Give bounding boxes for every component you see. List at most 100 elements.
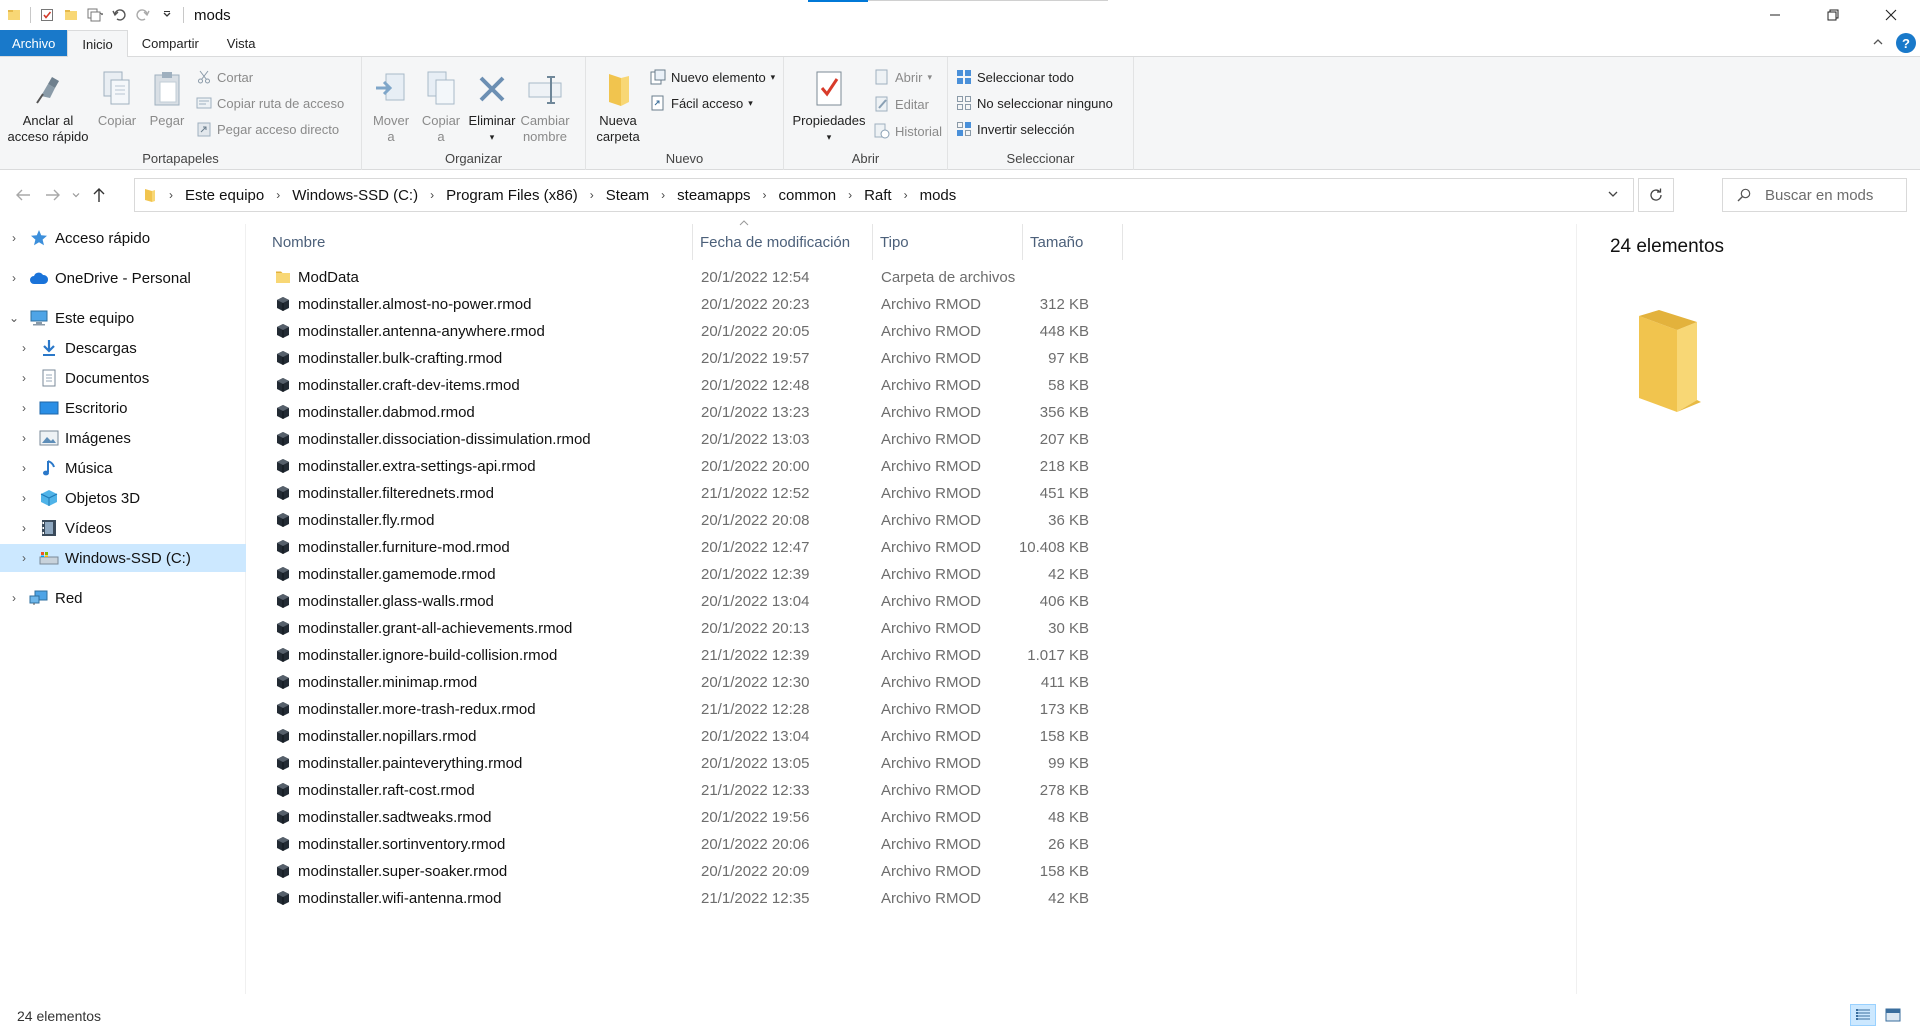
file-row[interactable]: modinstaller.more-trash-redux.rmod 21/1/2… bbox=[265, 696, 1125, 723]
select-all-button[interactable]: Seleccionar todo bbox=[956, 67, 1113, 87]
nav-item-this-pc[interactable]: ⌄ Este equipo bbox=[0, 304, 246, 332]
breadcrumb-chevron-icon[interactable]: › bbox=[848, 188, 852, 202]
nav-item-videos[interactable]: › Vídeos bbox=[0, 514, 246, 542]
history-button[interactable]: Historial bbox=[874, 121, 942, 141]
expand-chevron-icon[interactable]: › bbox=[7, 591, 21, 605]
refresh-button[interactable] bbox=[1638, 178, 1674, 212]
file-row[interactable]: modinstaller.gamemode.rmod 20/1/2022 12:3… bbox=[265, 561, 1125, 588]
select-none-button[interactable]: No seleccionar ninguno bbox=[956, 93, 1113, 113]
large-icons-view-button[interactable] bbox=[1880, 1004, 1906, 1026]
expand-chevron-icon[interactable]: › bbox=[17, 371, 31, 385]
nav-item-onedrive[interactable]: › OneDrive - Personal bbox=[0, 264, 246, 292]
breadcrumb-chevron-icon[interactable]: › bbox=[169, 188, 173, 202]
expand-chevron-icon[interactable]: › bbox=[17, 461, 31, 475]
edit-button[interactable]: Editar bbox=[874, 94, 942, 114]
easy-access-button[interactable]: Fácil acceso ▾ bbox=[650, 93, 775, 113]
invert-selection-button[interactable]: Invertir selección bbox=[956, 119, 1113, 139]
breadcrumb-item[interactable]: mods bbox=[920, 187, 957, 204]
file-row[interactable]: modinstaller.fly.rmod 20/1/2022 20:08 Arch… bbox=[265, 507, 1125, 534]
column-header-size[interactable]: Tamaño bbox=[1023, 224, 1123, 260]
breadcrumb-item[interactable]: Program Files (x86) bbox=[446, 187, 578, 204]
nav-item-images[interactable]: › Imágenes bbox=[0, 424, 246, 452]
search-box[interactable] bbox=[1722, 178, 1907, 212]
cut-button[interactable]: Cortar bbox=[196, 67, 344, 87]
tab-view[interactable]: Vista bbox=[213, 30, 270, 56]
expand-chevron-icon[interactable]: › bbox=[17, 551, 31, 565]
expand-chevron-icon[interactable]: › bbox=[17, 341, 31, 355]
file-row[interactable]: modinstaller.nopillars.rmod 20/1/2022 13:… bbox=[265, 723, 1125, 750]
breadcrumb-chevron-icon[interactable]: › bbox=[763, 188, 767, 202]
restore-button[interactable] bbox=[1804, 0, 1862, 30]
open-button[interactable]: Abrir ▾ bbox=[874, 67, 942, 87]
file-row[interactable]: modinstaller.grant-all-achievements.rmod… bbox=[265, 615, 1125, 642]
file-row[interactable]: modinstaller.glass-walls.rmod 20/1/2022 1… bbox=[265, 588, 1125, 615]
file-row[interactable]: modinstaller.antenna-anywhere.rmod 20/1/2… bbox=[265, 318, 1125, 345]
breadcrumb-item[interactable]: common bbox=[779, 187, 837, 204]
tab-home[interactable]: Inicio bbox=[67, 30, 128, 57]
customize-toolbar-chevron-icon[interactable] bbox=[159, 7, 175, 23]
nav-item-network[interactable]: › Red bbox=[0, 584, 246, 612]
up-button[interactable] bbox=[84, 180, 114, 210]
close-button[interactable] bbox=[1862, 0, 1920, 30]
nav-item-desktop[interactable]: › Escritorio bbox=[0, 394, 246, 422]
breadcrumb-item[interactable]: Steam bbox=[606, 187, 649, 204]
nav-item-windows-ssd[interactable]: › Windows-SSD (C:) bbox=[0, 544, 246, 572]
file-row[interactable]: modinstaller.furniture-mod.rmod 20/1/2022… bbox=[265, 534, 1125, 561]
new-item-button[interactable]: Nuevo elemento ▾ bbox=[650, 67, 775, 87]
help-icon[interactable]: ? bbox=[1896, 33, 1916, 53]
file-row[interactable]: modinstaller.wifi-antenna.rmod 21/1/2022 … bbox=[265, 885, 1125, 912]
file-row[interactable]: modinstaller.painteverything.rmod 20/1/20… bbox=[265, 750, 1125, 777]
nav-item-music[interactable]: › Música bbox=[0, 454, 246, 482]
tab-file[interactable]: Archivo bbox=[0, 30, 68, 56]
file-row[interactable]: modinstaller.ignore-build-collision.rmod… bbox=[265, 642, 1125, 669]
breadcrumb-chevron-icon[interactable]: › bbox=[276, 188, 280, 202]
collapse-chevron-icon[interactable]: ⌄ bbox=[7, 311, 21, 325]
file-row[interactable]: modinstaller.sadtweaks.rmod 20/1/2022 19:… bbox=[265, 804, 1125, 831]
file-row[interactable]: ModData 20/1/2022 12:54 Carpeta de archivo… bbox=[265, 264, 1125, 291]
file-row[interactable]: modinstaller.super-soaker.rmod 20/1/2022 … bbox=[265, 858, 1125, 885]
undo-icon[interactable] bbox=[111, 7, 127, 23]
recent-locations-button[interactable] bbox=[68, 180, 84, 210]
file-row[interactable]: modinstaller.sortinventory.rmod 20/1/2022… bbox=[265, 831, 1125, 858]
nav-item-3d-objects[interactable]: › Objetos 3D bbox=[0, 484, 246, 512]
expand-chevron-icon[interactable]: › bbox=[17, 491, 31, 505]
file-row[interactable]: modinstaller.raft-cost.rmod 21/1/2022 12:… bbox=[265, 777, 1125, 804]
breadcrumb-chevron-icon[interactable]: › bbox=[661, 188, 665, 202]
expand-chevron-icon[interactable]: › bbox=[17, 431, 31, 445]
column-header-date[interactable]: Fecha de modificación bbox=[693, 224, 873, 260]
properties-icon[interactable] bbox=[39, 7, 55, 23]
minimize-button[interactable] bbox=[1746, 0, 1804, 30]
back-button[interactable] bbox=[8, 180, 38, 210]
file-row[interactable]: modinstaller.filterednets.rmod 21/1/2022 … bbox=[265, 480, 1125, 507]
address-bar[interactable]: › Este equipo › Windows-SSD (C:) › Program Fi… bbox=[134, 178, 1634, 212]
expand-chevron-icon[interactable]: › bbox=[17, 401, 31, 415]
breadcrumb-item[interactable]: Este equipo bbox=[185, 187, 264, 204]
forward-button[interactable] bbox=[38, 180, 68, 210]
nav-item-downloads[interactable]: › Descargas bbox=[0, 334, 246, 362]
breadcrumb-chevron-icon[interactable]: › bbox=[430, 188, 434, 202]
collapse-ribbon-chevron-icon[interactable] bbox=[1872, 35, 1884, 51]
file-row[interactable]: modinstaller.bulk-crafting.rmod 20/1/2022… bbox=[265, 345, 1125, 372]
breadcrumb-item[interactable]: steamapps bbox=[677, 187, 750, 204]
column-header-name[interactable]: Nombre bbox=[265, 224, 693, 260]
file-row[interactable]: modinstaller.dissociation-dissimulation.… bbox=[265, 426, 1125, 453]
expand-chevron-icon[interactable]: › bbox=[17, 521, 31, 535]
expand-chevron-icon[interactable]: › bbox=[7, 231, 21, 245]
file-row[interactable]: modinstaller.extra-settings-api.rmod 20/1… bbox=[265, 453, 1125, 480]
file-row[interactable]: modinstaller.craft-dev-items.rmod 20/1/20… bbox=[265, 372, 1125, 399]
new-folder-icon[interactable] bbox=[63, 7, 79, 23]
expand-chevron-icon[interactable]: › bbox=[7, 271, 21, 285]
breadcrumb-chevron-icon[interactable]: › bbox=[904, 188, 908, 202]
breadcrumb-item[interactable]: Raft bbox=[864, 187, 892, 204]
redo-icon[interactable] bbox=[135, 7, 151, 23]
nav-item-quick-access[interactable]: › Acceso rápido bbox=[0, 224, 246, 252]
paste-shortcut-button[interactable]: Pegar acceso directo bbox=[196, 119, 344, 139]
address-history-chevron-icon[interactable] bbox=[1607, 187, 1619, 202]
breadcrumb-item[interactable]: Windows-SSD (C:) bbox=[292, 187, 418, 204]
copy-path-button[interactable]: Copiar ruta de acceso bbox=[196, 93, 344, 113]
file-row[interactable]: modinstaller.minimap.rmod 20/1/2022 12:30… bbox=[265, 669, 1125, 696]
file-row[interactable]: modinstaller.almost-no-power.rmod 20/1/20… bbox=[265, 291, 1125, 318]
tab-share[interactable]: Compartir bbox=[128, 30, 213, 56]
search-input[interactable] bbox=[1765, 186, 1895, 204]
file-row[interactable]: modinstaller.dabmod.rmod 20/1/2022 13:23 A… bbox=[265, 399, 1125, 426]
